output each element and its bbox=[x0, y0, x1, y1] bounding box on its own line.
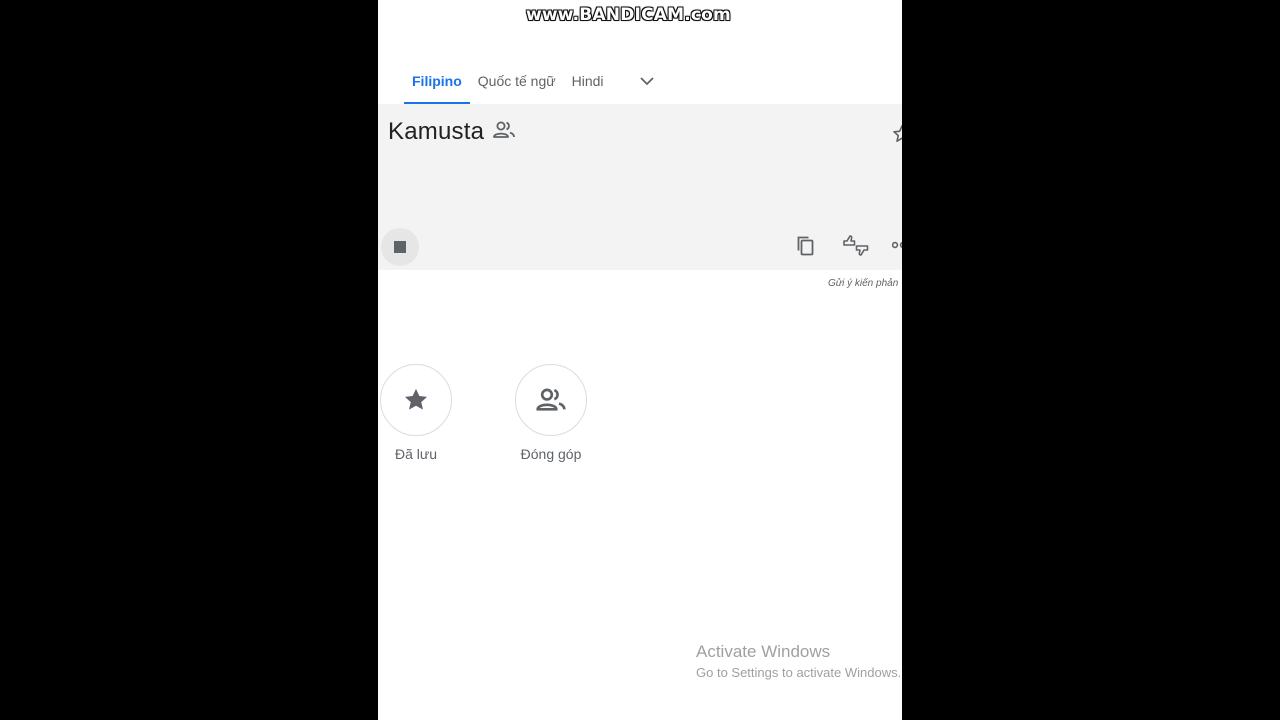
contribute-button[interactable] bbox=[515, 364, 587, 436]
tab-filipino[interactable]: Filipino bbox=[404, 58, 470, 104]
activation-subtitle: Go to Settings to activate Windows. bbox=[696, 665, 902, 680]
contribute-label: Đóng góp bbox=[520, 446, 582, 462]
tab-hindi[interactable]: Hindi bbox=[564, 58, 612, 104]
translation-text: Kamusta bbox=[388, 118, 485, 145]
copy-icon[interactable] bbox=[794, 234, 818, 258]
save-star-icon[interactable] bbox=[892, 124, 902, 144]
contribute-action[interactable]: Đóng góp bbox=[506, 364, 596, 462]
activation-title: Activate Windows bbox=[696, 642, 831, 661]
saved-button[interactable] bbox=[380, 364, 452, 436]
tab-esperanto[interactable]: Quốc tế ngữ bbox=[470, 58, 564, 104]
stop-icon bbox=[394, 241, 406, 253]
stop-audio-button[interactable] bbox=[381, 228, 419, 266]
more-languages-button[interactable] bbox=[632, 58, 662, 104]
people-icon bbox=[493, 121, 515, 138]
language-tabs: Filipino Quốc tế ngữ Hindi bbox=[404, 58, 662, 104]
recorder-watermark: www.BANDICAM.com bbox=[526, 5, 731, 25]
saved-action[interactable]: Đã lưu bbox=[378, 364, 461, 462]
phone-screen: www.BANDICAM.com Filipino Quốc tế ngữ Hi… bbox=[378, 0, 902, 720]
rate-translation-icon[interactable] bbox=[842, 234, 870, 258]
windows-activation-watermark: Activate Windows Go to Settings to activ… bbox=[696, 642, 901, 680]
star-icon bbox=[404, 388, 428, 410]
share-icon[interactable] bbox=[892, 238, 902, 252]
translation-result-card: Kamusta bbox=[378, 104, 902, 270]
send-feedback-link[interactable]: Gửi ý kiến phản bbox=[828, 278, 898, 289]
saved-label: Đã lưu bbox=[394, 446, 438, 462]
people-icon bbox=[536, 388, 566, 411]
chevron-down-icon bbox=[639, 77, 654, 86]
